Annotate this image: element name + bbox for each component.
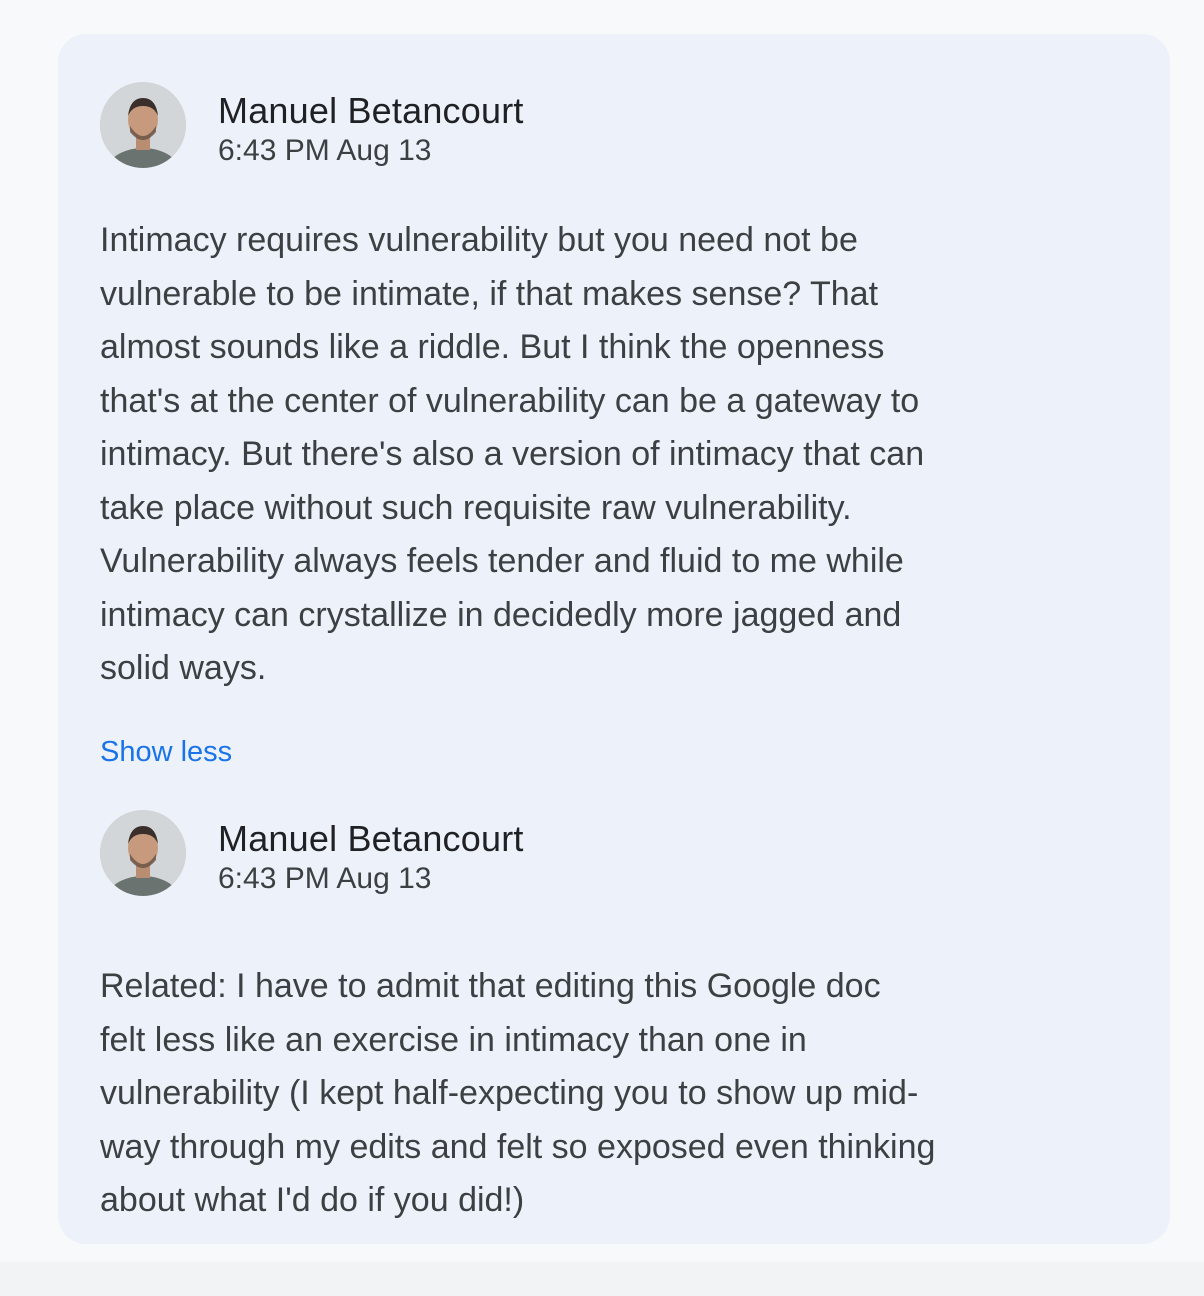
comment-author: Manuel Betancourt bbox=[218, 90, 524, 131]
comment-body-line: about what I'd do if you did!) bbox=[100, 1181, 525, 1219]
comment-body: Related: I have to admit that editing th… bbox=[100, 960, 1090, 1228]
comment-body-line: almost sounds like a riddle. But I think… bbox=[100, 328, 885, 366]
avatar-icon[interactable] bbox=[100, 82, 186, 168]
comment-timestamp: 6:43 PM Aug 13 bbox=[218, 862, 432, 895]
comment-body-line: intimacy. But there's also a version of … bbox=[100, 435, 925, 473]
comment-body-line: way through my edits and felt so exposed… bbox=[100, 1127, 936, 1166]
comment-timestamp: 6:43 PM Aug 13 bbox=[218, 134, 432, 167]
comment-body-line: intimacy can crystallize in decidedly mo… bbox=[100, 595, 902, 634]
comment-body-line: take place without such requisite raw vu… bbox=[100, 488, 852, 527]
comment-body-line: that's at the center of vulnerability ca… bbox=[100, 381, 920, 420]
comment-body: Intimacy requires vulnerability but you … bbox=[100, 214, 1090, 696]
comment-thread-card[interactable]: Manuel Betancourt 6:43 PM Aug 13 Intimac… bbox=[58, 34, 1170, 1244]
comment-author: Manuel Betancourt bbox=[218, 818, 524, 859]
bottom-strip bbox=[0, 1262, 1204, 1296]
comment-body-line: solid ways. bbox=[100, 649, 267, 687]
comment-body-line: Intimacy requires vulnerability but you … bbox=[100, 221, 858, 259]
comment-body-line: Vulnerability always feels tender and fl… bbox=[100, 542, 904, 580]
avatar-icon[interactable] bbox=[100, 810, 186, 896]
show-less-link[interactable]: Show less bbox=[100, 736, 232, 769]
comment-body-line: vulnerable to be intimate, if that makes… bbox=[100, 274, 879, 313]
comment-body-line: Related: I have to admit that editing th… bbox=[100, 967, 881, 1005]
comment-body-line: vulnerability (I kept half-expecting you… bbox=[100, 1074, 919, 1112]
comment-body-line: felt less like an exercise in intimacy t… bbox=[100, 1020, 807, 1059]
